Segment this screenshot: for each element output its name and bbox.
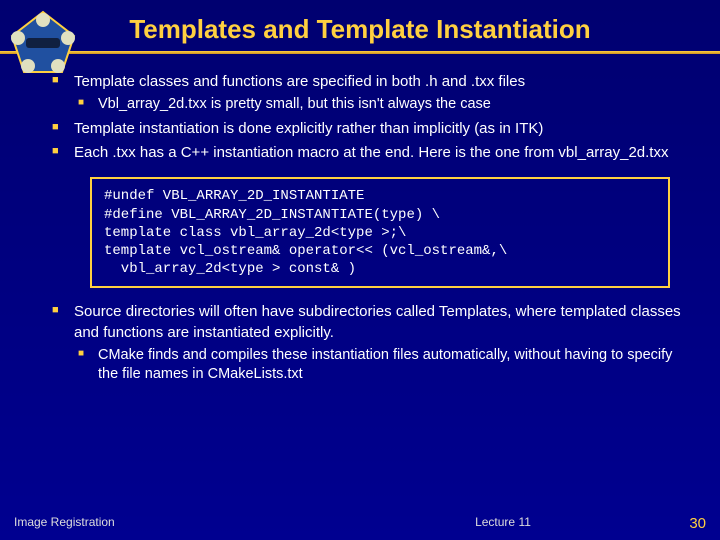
footer-mid: Lecture 11 [340, 515, 666, 532]
sub-bullet-item: Vbl_array_2d.txx is pretty small, but th… [74, 95, 690, 115]
slide-footer: Image Registration Lecture 11 30 [0, 515, 720, 532]
code-block: #undef VBL_ARRAY_2D_INSTANTIATE #define … [90, 177, 670, 288]
bullet-item: Each .txx has a C++ instantiation macro … [50, 143, 690, 163]
footer-page-number: 30 [666, 515, 706, 532]
footer-left: Image Registration [14, 515, 340, 532]
slide-logo [8, 8, 78, 78]
bullet-item: Template classes and functions are speci… [50, 72, 690, 115]
slide-title: Templates and Template Instantiation [0, 0, 720, 51]
sub-bullet-item: CMake finds and compiles these instantia… [74, 346, 690, 385]
title-underline [0, 51, 720, 54]
bullet-item: Source directories will often have subdi… [50, 302, 690, 385]
bullet-item: Template instantiation is done explicitl… [50, 119, 690, 139]
slide-content: Template classes and functions are speci… [0, 72, 720, 385]
